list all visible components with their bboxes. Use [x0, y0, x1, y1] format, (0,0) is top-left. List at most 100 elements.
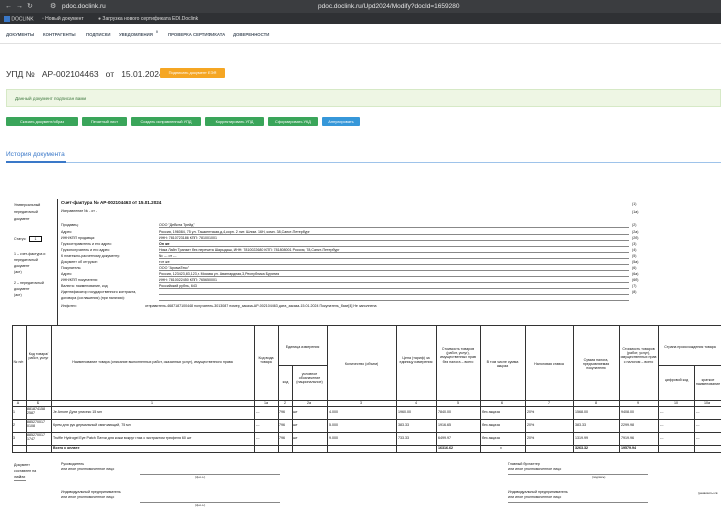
col-number: 2: [284, 401, 286, 405]
col-number: 1а: [264, 401, 268, 405]
field-number: (2б): [632, 236, 639, 240]
table-gridline-v: [436, 325, 437, 452]
address-bar-host[interactable]: pdoc.doclink.ru: [62, 3, 106, 10]
table-gridline-h: [12, 452, 721, 453]
tab-history[interactable]: История документа: [6, 151, 65, 158]
total-tax: 3263.32: [575, 446, 588, 450]
bookmark-edi[interactable]: EDI.Doclink: [172, 16, 198, 22]
table-cell-tax: 1319.99: [575, 436, 588, 440]
bookmark-doclink[interactable]: DOCLINK: [4, 16, 34, 22]
forward-arrow-icon[interactable]: →: [16, 3, 23, 10]
table-cell-uname: шт: [293, 436, 298, 440]
total-cost: 16316.62: [438, 446, 453, 450]
table-cell-n: 3: [13, 436, 15, 440]
col-number: 9: [637, 401, 639, 405]
upd-label-2: передаточный: [14, 210, 38, 214]
table-cell-tax: 383.33: [575, 423, 586, 427]
annul-button[interactable]: Аннулировать: [322, 117, 360, 126]
nav-notifications[interactable]: УВЕДОМЛЕНИЯ: [119, 32, 153, 37]
window-title-url: pdoc.doclink.ru/Upd2024/Modify?docId=165…: [318, 3, 460, 10]
col-header-kind: Код вида товара: [258, 356, 274, 365]
field-underline: [159, 227, 629, 228]
table-cell-ucode: 796: [279, 436, 285, 440]
entrepreneur-role: Индивидуальный предприниматель: [508, 490, 568, 494]
field-label: Документ об отгрузке:: [61, 260, 98, 264]
status-note: (акт): [14, 270, 22, 274]
field-number: (6): [632, 266, 637, 270]
table-cell-qty: 5.000: [329, 423, 338, 427]
col-header-num: № п/п: [13, 360, 24, 364]
signed-alert: Данный документ подписан вами: [6, 89, 721, 107]
nav-power-of-attorney[interactable]: ДОВЕРЕННОСТИ: [233, 32, 269, 37]
field-label: Адрес:: [61, 272, 73, 276]
print-sheet-button[interactable]: Печатный лист: [82, 117, 127, 126]
status-note: документ: [14, 287, 30, 291]
field-number: (2а): [632, 230, 639, 234]
col-header-qty: Количество (объем): [344, 362, 379, 366]
col-number: 2а: [307, 401, 311, 405]
table-cell-cn: ---: [696, 423, 700, 427]
col-number: 7: [548, 401, 550, 405]
site-info-icon[interactable]: ⚙: [50, 3, 56, 10]
nav-subscriptions[interactable]: ПОДПИСКИ: [86, 32, 110, 37]
download-button[interactable]: Скачать документ/образ: [6, 117, 78, 126]
bookmarks-bar: DOCLINK ▫ Новый документ ● Загрузка ново…: [0, 13, 721, 24]
field-underline: [159, 294, 629, 295]
col-header-unit-name: условное обозначение (национальное): [296, 372, 323, 385]
browser-toolbar: ← → ↻ ⚙ pdoc.doclink.ru pdoc.doclink.ru/…: [0, 0, 721, 13]
correct-upd-button[interactable]: Корректировать УПД: [205, 117, 264, 126]
requisites-caption: (реквизиты св: [698, 491, 718, 495]
col-header-price: Цена (тариф) за единицу измерения: [399, 356, 433, 365]
create-ukd-button[interactable]: Сформировать УКД: [268, 117, 318, 126]
create-corrected-upd-button[interactable]: Создать исправленный УПД: [131, 117, 201, 126]
field-underline: [159, 264, 629, 265]
reload-icon[interactable]: ↻: [27, 3, 33, 10]
col-header-tax: Сумма налога, предъявляемая покупателю: [582, 358, 610, 371]
field-value: отправитель-4687187100448 получатель-301…: [145, 304, 377, 308]
table-cell-kind: ---: [256, 423, 260, 427]
bookmark-certificate[interactable]: ● Загрузка нового сертификата: [98, 16, 171, 22]
tab-active-indicator: [6, 161, 66, 163]
sign-caption: (подпись): [592, 475, 606, 479]
col-number: 6: [501, 401, 503, 405]
nav-cert-check[interactable]: ПРОВЕРКА СЕРТИФИКАТА: [168, 32, 225, 37]
total-sum: 19579.94: [621, 446, 636, 450]
table-cell-ucode: 796: [279, 410, 285, 414]
status-label: Статус:: [14, 237, 27, 241]
table-cell-price: 383.33: [398, 423, 409, 427]
field-number: (8): [632, 290, 637, 294]
field-underline: [159, 270, 629, 271]
nav-documents[interactable]: ДОКУМЕНТЫ: [6, 32, 34, 37]
sign-role: Руководитель: [61, 462, 85, 466]
table-cell-excise: без акциза: [482, 410, 500, 414]
field-underline: [159, 252, 629, 253]
table-gridline-h: [12, 400, 721, 401]
table-cell-cost: 6499.97: [438, 436, 451, 440]
table-gridline-v: [619, 325, 620, 452]
table-cell-qty: 9.000: [329, 436, 338, 440]
nav-counterparties[interactable]: КОНТРАГЕНТЫ: [43, 32, 76, 37]
field-label: К платежно-расчетному документу:: [61, 254, 121, 258]
back-arrow-icon[interactable]: ←: [5, 3, 12, 10]
table-gridline-h: [12, 325, 721, 326]
table-cell-price: 1960.00: [398, 410, 411, 414]
col-header-country: Страна происхождения товара: [664, 345, 716, 349]
field-number: (1а): [632, 210, 639, 214]
table-cell-qty: 4.000: [329, 410, 338, 414]
table-gridline-v: [254, 325, 255, 452]
field-number: (6б): [632, 278, 639, 282]
globe-icon: ●: [98, 16, 102, 22]
field-label: Продавец:: [61, 223, 79, 227]
field-label: Идентификатор государственного контракта…: [61, 290, 137, 294]
field-underline: [159, 240, 629, 241]
field-label: Грузополучатель и его адрес:: [61, 248, 111, 252]
table-cell-name: Крем для рук дермальный смягчающий, 75 м…: [53, 423, 131, 427]
table-cell-rate: 20%: [527, 436, 535, 440]
status-note: 1 – счет-фактура и: [14, 252, 46, 256]
sign-document-button[interactable]: Подписать документ ЕЭЯ: [160, 68, 225, 78]
col-number: 10: [674, 401, 678, 405]
sign-role-sub: или иное уполномоченное лицо: [61, 495, 115, 499]
field-label: Адрес:: [61, 230, 73, 234]
bookmark-new-document[interactable]: ▫ Новый документ: [42, 16, 84, 22]
col-number: 4: [415, 401, 417, 405]
